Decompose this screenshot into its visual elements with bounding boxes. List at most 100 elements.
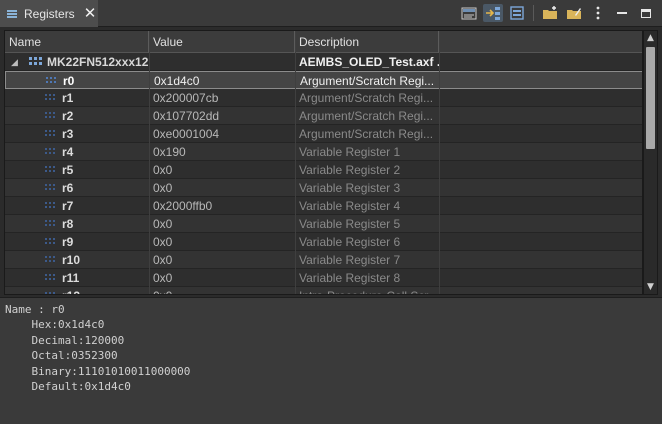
register-description: Intra-Procedure-Call Scr... xyxy=(295,287,439,294)
registers-icon xyxy=(6,8,18,20)
tab-registers[interactable]: Registers ✕ xyxy=(0,0,98,27)
register-description: Variable Register 1 xyxy=(299,145,401,159)
scroll-down-arrow-icon[interactable]: ▼ xyxy=(644,280,657,294)
register-row-r11[interactable]: r11 0x0 Variable Register 8 xyxy=(5,269,642,287)
register-row-r9[interactable]: r9 0x0 Variable Register 6 xyxy=(5,233,642,251)
tab-label: Registers xyxy=(24,6,75,21)
register-name: r3 xyxy=(62,127,74,141)
view-titlebar: Registers ✕ xyxy=(0,0,662,27)
register-icon xyxy=(45,148,57,157)
view-menu-button[interactable] xyxy=(588,4,608,22)
register-icon xyxy=(46,77,58,86)
register-description: Argument/Scratch Regi... xyxy=(299,91,434,105)
register-description: Variable Register 6 xyxy=(299,235,401,249)
register-value[interactable]: 0x0 xyxy=(149,161,295,179)
register-name: r4 xyxy=(62,145,74,159)
minimize-icon xyxy=(617,12,627,14)
layout-toggle-button[interactable] xyxy=(459,4,479,22)
register-name: r12 xyxy=(62,287,80,294)
register-value[interactable]: 0x1d4c0 xyxy=(150,72,296,90)
register-value[interactable]: 0x0 xyxy=(149,287,295,294)
column-header-description[interactable]: Description xyxy=(295,31,439,53)
register-value[interactable]: 0x0 xyxy=(149,251,295,269)
detail-hex: Hex:0x1d4c0 xyxy=(5,318,105,332)
register-group-name: MK22FN512xxx12 xyxy=(47,55,149,69)
register-name: r7 xyxy=(62,199,74,213)
register-row-r2[interactable]: r2 0x107702dd Argument/Scratch Regi... xyxy=(5,107,642,125)
register-value[interactable]: 0x0 xyxy=(149,215,295,233)
register-name: r5 xyxy=(62,163,74,177)
toolbar-separator xyxy=(533,5,534,21)
register-icon xyxy=(45,220,57,229)
register-row-r3[interactable]: r3 0xe0001004 Argument/Scratch Regi... xyxy=(5,125,642,143)
register-name: r2 xyxy=(62,109,74,123)
register-row-r10[interactable]: r10 0x0 Variable Register 7 xyxy=(5,251,642,269)
collapse-icon xyxy=(510,6,524,20)
register-description: Variable Register 7 xyxy=(299,253,401,267)
register-icon xyxy=(45,238,57,247)
register-name: r1 xyxy=(62,91,74,105)
register-icon xyxy=(45,292,57,294)
register-details-text: Name : r0 Hex:0x1d4c0 Decimal:120000 Oct… xyxy=(5,302,657,394)
register-icon xyxy=(45,166,57,175)
column-divider xyxy=(439,31,440,294)
register-value[interactable]: 0x0 xyxy=(149,179,295,197)
register-value[interactable]: 0x2000ffb0 xyxy=(149,197,295,215)
detail-octal: Octal:0352300 xyxy=(5,349,118,363)
scroll-up-arrow-icon[interactable]: ▲ xyxy=(644,31,657,45)
register-icon xyxy=(45,202,57,211)
column-header-name[interactable]: Name xyxy=(5,31,149,53)
add-group-icon xyxy=(543,6,557,19)
register-name: r6 xyxy=(62,181,74,195)
column-header-value[interactable]: Value xyxy=(149,31,295,53)
maximize-button[interactable] xyxy=(636,4,656,22)
registers-table: Name Value Description ◢ MK22FN512xxx12 … xyxy=(4,30,643,295)
expand-arrow-icon[interactable]: ◢ xyxy=(11,53,18,71)
detail-binary: Binary:11101010011000000 xyxy=(5,364,191,378)
vertical-scrollbar[interactable]: ▲ ▼ xyxy=(643,30,658,295)
scrollbar-thumb[interactable] xyxy=(646,47,655,149)
detail-name: Name : r0 xyxy=(5,303,65,316)
register-row-r4[interactable]: r4 0x190 Variable Register 1 xyxy=(5,143,642,161)
register-name: r9 xyxy=(62,235,74,249)
register-group-icon xyxy=(29,57,43,67)
close-icon[interactable]: ✕ xyxy=(84,6,97,21)
register-row-r6[interactable]: r6 0x0 Variable Register 3 xyxy=(5,179,642,197)
register-row-r7[interactable]: r7 0x2000ffb0 Variable Register 4 xyxy=(5,197,642,215)
detail-decimal: Decimal:120000 xyxy=(5,333,125,347)
register-row-r5[interactable]: r5 0x0 Variable Register 2 xyxy=(5,161,642,179)
register-value[interactable]: 0x0 xyxy=(149,269,295,287)
register-value[interactable]: 0xe0001004 xyxy=(149,125,295,143)
register-row-r12[interactable]: r12 0x0Intra-Procedure-Call Scr... xyxy=(5,287,642,294)
register-row-r8[interactable]: r8 0x0 Variable Register 5 xyxy=(5,215,642,233)
detail-default: Default:0x1d4c0 xyxy=(5,380,131,394)
view-toolbar xyxy=(455,4,656,22)
maximize-icon xyxy=(641,9,651,18)
register-value[interactable]: 0x200007cb xyxy=(149,89,295,107)
register-name: r10 xyxy=(62,253,81,267)
register-details-pane[interactable]: Name : r0 Hex:0x1d4c0 Decimal:120000 Oct… xyxy=(0,297,662,424)
register-icon xyxy=(45,130,57,139)
add-register-group-button[interactable] xyxy=(540,4,560,22)
register-value[interactable]: 0x190 xyxy=(149,143,295,161)
link-with-debug-button[interactable] xyxy=(483,4,503,22)
register-description: Variable Register 3 xyxy=(299,181,401,195)
edit-register-group-button[interactable] xyxy=(564,4,584,22)
register-group-row[interactable]: ◢ MK22FN512xxx12 AEMBS_OLED_Test.axf ... xyxy=(5,53,642,71)
register-description: Variable Register 8 xyxy=(299,271,401,285)
register-group-description: AEMBS_OLED_Test.axf ... xyxy=(299,55,439,69)
register-value[interactable]: 0x0 xyxy=(149,233,295,251)
register-row-r0[interactable]: r0 0x1d4c0 Argument/Scratch Regi... xyxy=(5,71,642,90)
register-name: r0 xyxy=(63,74,75,88)
register-icon xyxy=(45,184,57,193)
register-description: Argument/Scratch Regi... xyxy=(300,74,435,88)
edit-group-icon xyxy=(567,8,581,19)
layout-icon xyxy=(461,7,477,20)
register-value[interactable]: 0x107702dd xyxy=(149,107,295,125)
register-description: Argument/Scratch Regi... xyxy=(299,127,434,141)
register-row-r1[interactable]: r1 0x200007cb Argument/Scratch Regi... xyxy=(5,89,642,107)
collapse-all-button[interactable] xyxy=(507,4,527,22)
link-icon xyxy=(486,7,500,20)
register-name: r8 xyxy=(62,217,74,231)
minimize-button[interactable] xyxy=(612,4,632,22)
